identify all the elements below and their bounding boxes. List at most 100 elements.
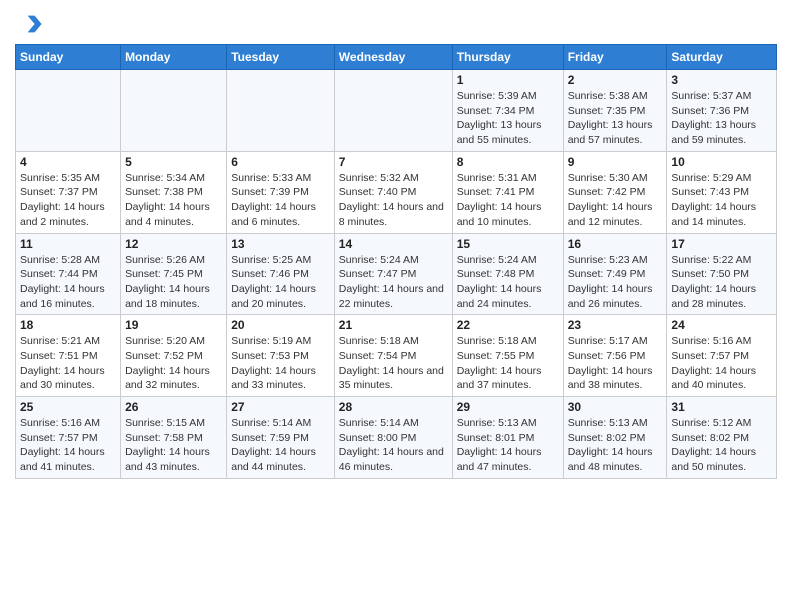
- day-info: Sunrise: 5:14 AM Sunset: 8:00 PM Dayligh…: [339, 416, 448, 475]
- day-number: 11: [20, 237, 116, 251]
- calendar-cell: 5Sunrise: 5:34 AM Sunset: 7:38 PM Daylig…: [121, 151, 227, 233]
- day-number: 10: [671, 155, 772, 169]
- calendar-cell: 31 Sunrise: 5:12 AM Sunset: 8:02 PM Dayli…: [667, 397, 777, 479]
- day-number: 6: [231, 155, 330, 169]
- calendar-cell: 23 Sunrise: 5:17 AM Sunset: 7:56 PM Dayli…: [563, 315, 667, 397]
- calendar-cell: 15 Sunrise: 5:24 AM Sunset: 7:48 PM Dayli…: [452, 233, 563, 315]
- calendar-cell: 11 Sunrise: 5:28 AM Sunset: 7:44 PM Dayli…: [16, 233, 121, 315]
- calendar-week-5: 25 Sunrise: 5:16 AM Sunset: 7:57 PM Dayli…: [16, 397, 777, 479]
- day-number: 25: [20, 400, 116, 414]
- day-number: 28: [339, 400, 448, 414]
- calendar-cell: 14 Sunrise: 5:24 AM Sunset: 7:47 PM Dayli…: [334, 233, 452, 315]
- calendar-cell: 22 Sunrise: 5:18 AM Sunset: 7:55 PM Dayli…: [452, 315, 563, 397]
- day-info: Sunrise: 5:31 AM Sunset: 7:41 PM Dayligh…: [457, 171, 559, 230]
- day-info: Sunrise: 5:34 AM Sunset: 7:38 PM Dayligh…: [125, 171, 222, 230]
- calendar-cell: [16, 70, 121, 152]
- calendar-cell: 28 Sunrise: 5:14 AM Sunset: 8:00 PM Dayli…: [334, 397, 452, 479]
- calendar-cell: 30Sunrise: 5:13 AM Sunset: 8:02 PM Dayli…: [563, 397, 667, 479]
- calendar-cell: 18 Sunrise: 5:21 AM Sunset: 7:51 PM Dayli…: [16, 315, 121, 397]
- day-info: Sunrise: 5:20 AM Sunset: 7:52 PM Dayligh…: [125, 334, 222, 393]
- day-info: Sunrise: 5:18 AM Sunset: 7:55 PM Dayligh…: [457, 334, 559, 393]
- calendar-cell: 25 Sunrise: 5:16 AM Sunset: 7:57 PM Dayli…: [16, 397, 121, 479]
- day-info: Sunrise: 5:29 AM Sunset: 7:43 PM Dayligh…: [671, 171, 772, 230]
- day-info: Sunrise: 5:26 AM Sunset: 7:45 PM Dayligh…: [125, 253, 222, 312]
- day-number: 27: [231, 400, 330, 414]
- day-info: Sunrise: 5:24 AM Sunset: 7:48 PM Dayligh…: [457, 253, 559, 312]
- day-info: Sunrise: 5:12 AM Sunset: 8:02 PM Dayligh…: [671, 416, 772, 475]
- day-info: Sunrise: 5:14 AM Sunset: 7:59 PM Dayligh…: [231, 416, 330, 475]
- calendar-week-3: 11 Sunrise: 5:28 AM Sunset: 7:44 PM Dayli…: [16, 233, 777, 315]
- calendar-cell: [334, 70, 452, 152]
- calendar-cell: 29 Sunrise: 5:13 AM Sunset: 8:01 PM Dayli…: [452, 397, 563, 479]
- day-number: 8: [457, 155, 559, 169]
- day-info: Sunrise: 5:18 AM Sunset: 7:54 PM Dayligh…: [339, 334, 448, 393]
- calendar-cell: 10 Sunrise: 5:29 AM Sunset: 7:43 PM Dayli…: [667, 151, 777, 233]
- calendar-cell: 19 Sunrise: 5:20 AM Sunset: 7:52 PM Dayli…: [121, 315, 227, 397]
- calendar-header: SundayMondayTuesdayWednesdayThursdayFrid…: [16, 45, 777, 70]
- header-day-saturday: Saturday: [667, 45, 777, 70]
- calendar-cell: 9Sunrise: 5:30 AM Sunset: 7:42 PM Daylig…: [563, 151, 667, 233]
- calendar-cell: 20 Sunrise: 5:19 AM Sunset: 7:53 PM Dayli…: [227, 315, 335, 397]
- day-number: 31: [671, 400, 772, 414]
- calendar-cell: 17Sunrise: 5:22 AM Sunset: 7:50 PM Dayli…: [667, 233, 777, 315]
- day-number: 22: [457, 318, 559, 332]
- header-day-friday: Friday: [563, 45, 667, 70]
- calendar-table: SundayMondayTuesdayWednesdayThursdayFrid…: [15, 44, 777, 479]
- day-number: 1: [457, 73, 559, 87]
- day-info: Sunrise: 5:23 AM Sunset: 7:49 PM Dayligh…: [568, 253, 663, 312]
- day-number: 7: [339, 155, 448, 169]
- calendar-cell: 16Sunrise: 5:23 AM Sunset: 7:49 PM Dayli…: [563, 233, 667, 315]
- calendar-cell: [121, 70, 227, 152]
- day-number: 29: [457, 400, 559, 414]
- header-day-tuesday: Tuesday: [227, 45, 335, 70]
- day-number: 18: [20, 318, 116, 332]
- calendar-cell: 2Sunrise: 5:38 AM Sunset: 7:35 PM Daylig…: [563, 70, 667, 152]
- day-info: Sunrise: 5:16 AM Sunset: 7:57 PM Dayligh…: [671, 334, 772, 393]
- calendar-cell: 12 Sunrise: 5:26 AM Sunset: 7:45 PM Dayli…: [121, 233, 227, 315]
- day-number: 24: [671, 318, 772, 332]
- calendar-cell: 7 Sunrise: 5:32 AM Sunset: 7:40 PM Daylig…: [334, 151, 452, 233]
- day-info: Sunrise: 5:25 AM Sunset: 7:46 PM Dayligh…: [231, 253, 330, 312]
- calendar-cell: 13 Sunrise: 5:25 AM Sunset: 7:46 PM Dayli…: [227, 233, 335, 315]
- day-number: 15: [457, 237, 559, 251]
- calendar-cell: 8 Sunrise: 5:31 AM Sunset: 7:41 PM Daylig…: [452, 151, 563, 233]
- day-number: 30: [568, 400, 663, 414]
- header-day-thursday: Thursday: [452, 45, 563, 70]
- header-day-sunday: Sunday: [16, 45, 121, 70]
- day-info: Sunrise: 5:21 AM Sunset: 7:51 PM Dayligh…: [20, 334, 116, 393]
- day-number: 13: [231, 237, 330, 251]
- calendar-cell: 26 Sunrise: 5:15 AM Sunset: 7:58 PM Dayli…: [121, 397, 227, 479]
- logo: [15, 10, 47, 38]
- day-number: 26: [125, 400, 222, 414]
- day-number: 20: [231, 318, 330, 332]
- calendar-cell: 24 Sunrise: 5:16 AM Sunset: 7:57 PM Dayli…: [667, 315, 777, 397]
- day-number: 3: [671, 73, 772, 87]
- calendar-week-2: 4Sunrise: 5:35 AM Sunset: 7:37 PM Daylig…: [16, 151, 777, 233]
- calendar-cell: 1 Sunrise: 5:39 AM Sunset: 7:34 PM Daylig…: [452, 70, 563, 152]
- day-info: Sunrise: 5:17 AM Sunset: 7:56 PM Dayligh…: [568, 334, 663, 393]
- calendar-week-1: 1 Sunrise: 5:39 AM Sunset: 7:34 PM Daylig…: [16, 70, 777, 152]
- day-number: 23: [568, 318, 663, 332]
- day-number: 19: [125, 318, 222, 332]
- day-info: Sunrise: 5:32 AM Sunset: 7:40 PM Dayligh…: [339, 171, 448, 230]
- calendar-cell: 27 Sunrise: 5:14 AM Sunset: 7:59 PM Dayli…: [227, 397, 335, 479]
- day-info: Sunrise: 5:28 AM Sunset: 7:44 PM Dayligh…: [20, 253, 116, 312]
- day-number: 14: [339, 237, 448, 251]
- day-info: Sunrise: 5:13 AM Sunset: 8:01 PM Dayligh…: [457, 416, 559, 475]
- page-header: [15, 10, 777, 38]
- day-number: 4: [20, 155, 116, 169]
- calendar-cell: 3 Sunrise: 5:37 AM Sunset: 7:36 PM Daylig…: [667, 70, 777, 152]
- day-info: Sunrise: 5:15 AM Sunset: 7:58 PM Dayligh…: [125, 416, 222, 475]
- day-info: Sunrise: 5:39 AM Sunset: 7:34 PM Dayligh…: [457, 89, 559, 148]
- logo-icon: [15, 10, 43, 38]
- day-info: Sunrise: 5:24 AM Sunset: 7:47 PM Dayligh…: [339, 253, 448, 312]
- day-number: 12: [125, 237, 222, 251]
- calendar-cell: 4Sunrise: 5:35 AM Sunset: 7:37 PM Daylig…: [16, 151, 121, 233]
- day-number: 2: [568, 73, 663, 87]
- calendar-cell: 6Sunrise: 5:33 AM Sunset: 7:39 PM Daylig…: [227, 151, 335, 233]
- day-info: Sunrise: 5:16 AM Sunset: 7:57 PM Dayligh…: [20, 416, 116, 475]
- calendar-cell: [227, 70, 335, 152]
- day-info: Sunrise: 5:22 AM Sunset: 7:50 PM Dayligh…: [671, 253, 772, 312]
- day-info: Sunrise: 5:37 AM Sunset: 7:36 PM Dayligh…: [671, 89, 772, 148]
- day-info: Sunrise: 5:19 AM Sunset: 7:53 PM Dayligh…: [231, 334, 330, 393]
